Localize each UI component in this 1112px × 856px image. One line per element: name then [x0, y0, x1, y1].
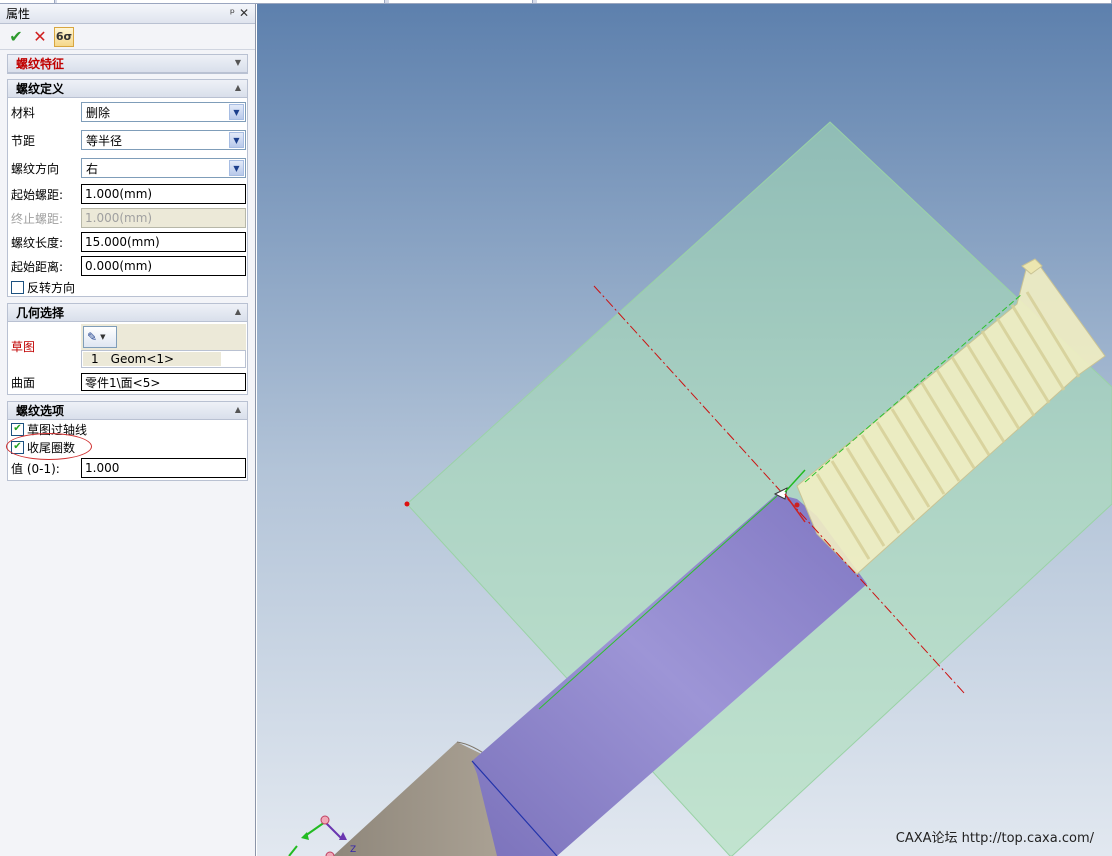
pitch-value: 等半径 — [86, 133, 123, 148]
row-material: 材料 删除 ▼ — [8, 98, 247, 126]
collapse-caret-icon[interactable]: ▲ — [235, 83, 241, 92]
sketch-item-name: Geom<1> — [110, 352, 175, 366]
sketch-selection-list[interactable]: 1 Geom<1> — [81, 350, 246, 368]
section-thread-definition: 螺纹定义 ▲ 材料 删除 ▼ 节距 等半径 ▼ 螺纹方向 右 ▼ 起始螺距: 1… — [7, 79, 248, 297]
panel-toolbar: ✔ ✕ 6σ — [0, 24, 255, 50]
collapse-caret-icon[interactable]: ▲ — [235, 307, 241, 316]
reverse-direction-checkbox[interactable] — [11, 280, 24, 294]
section-header-geometry-selection[interactable]: 几何选择 ▲ — [8, 304, 247, 322]
close-icon[interactable]: ✕ — [239, 6, 249, 20]
row-direction: 螺纹方向 右 ▼ — [8, 154, 247, 182]
surface-label: 曲面 — [11, 375, 36, 390]
start-pitch-label: 起始螺距: — [11, 187, 64, 202]
end-pitch-field: 1.000(mm) — [81, 208, 246, 228]
preview-glasses-icon[interactable]: 6σ — [54, 26, 74, 47]
3d-viewport[interactable]: Z CAXA论坛 http://top.caxa.com/ — [257, 4, 1112, 856]
section-thread-feature: 螺纹特征 ▼ — [7, 54, 248, 74]
watermark-text: CAXA论坛 http://top.caxa.com/ — [895, 831, 1094, 846]
value-field[interactable]: 1.000 — [81, 458, 246, 478]
section-header-thread-feature[interactable]: 螺纹特征 ▼ — [8, 55, 247, 73]
surface-field[interactable]: 零件1\面<5> — [81, 373, 246, 391]
sketch-edit-button[interactable]: ✎ ▼ — [83, 326, 117, 348]
row-start-distance: 起始距离: 0.000(mm) — [8, 254, 247, 278]
direction-select[interactable]: 右 ▼ — [81, 158, 246, 178]
row-end-pitch: 终止螺距: 1.000(mm) — [8, 206, 247, 230]
end-pitch-label: 终止螺距: — [11, 211, 64, 226]
section-title: 几何选择 — [16, 306, 65, 320]
sketch-label: 草图 — [11, 339, 36, 354]
row-length: 螺纹长度: 15.000(mm) — [8, 230, 247, 254]
section-header-thread-definition[interactable]: 螺纹定义 ▲ — [8, 80, 247, 98]
reverse-direction-option[interactable]: 反转方向 — [8, 278, 247, 296]
sketch-through-axis-option[interactable]: ✔ 草图过轴线 — [8, 420, 247, 438]
chevron-down-icon[interactable]: ▼ — [229, 132, 244, 148]
row-surface: 曲面 零件1\面<5> — [8, 370, 247, 394]
section-title: 螺纹特征 — [16, 57, 65, 71]
start-pitch-field[interactable]: 1.000(mm) — [81, 184, 246, 204]
list-item[interactable]: 1 Geom<1> — [83, 352, 221, 366]
panel-title-bar: 属性 ᵖ ✕ — [0, 4, 255, 24]
collapse-caret-icon[interactable]: ▲ — [235, 405, 241, 414]
material-select[interactable]: 删除 ▼ — [81, 102, 246, 122]
reverse-direction-label: 反转方向 — [27, 280, 76, 295]
sketch-item-index: 1 — [91, 352, 99, 366]
sketch-through-axis-checkbox[interactable]: ✔ — [11, 422, 24, 436]
tail-turns-option[interactable]: ✔ 收尾圈数 — [8, 438, 247, 456]
property-panel: 属性 ᵖ ✕ ✔ ✕ 6σ 螺纹特征 ▼ 螺纹定义 ▲ 材料 删除 ▼ 节距 等… — [0, 4, 256, 856]
material-label: 材料 — [11, 105, 36, 120]
sketch-picker: ✎ ▼ — [81, 324, 246, 350]
direction-value: 右 — [86, 161, 99, 176]
panel-title: 属性 — [6, 7, 31, 21]
row-pitch: 节距 等半径 ▼ — [8, 126, 247, 154]
pin-icon[interactable]: ᵖ — [230, 6, 235, 20]
section-title: 螺纹选项 — [16, 404, 65, 418]
row-sketch: 草图 ✎ ▼ 1 Geom<1> — [8, 322, 247, 370]
pitch-label: 节距 — [11, 133, 36, 148]
svg-text:Z: Z — [350, 845, 356, 855]
section-geometry-selection: 几何选择 ▲ 草图 ✎ ▼ 1 Geom<1> 曲面 零件1\面<5> — [7, 303, 248, 395]
row-value: 值 (0-1): 1.000 — [8, 456, 247, 480]
plane-corner-point — [404, 501, 410, 507]
sketch-through-axis-label: 草图过轴线 — [27, 422, 88, 437]
section-thread-options: 螺纹选项 ▲ ✔ 草图过轴线 ✔ 收尾圈数 值 (0-1): 1.000 — [7, 401, 248, 481]
chevron-down-icon: ▼ — [100, 333, 106, 341]
viewport-canvas[interactable]: Z — [257, 4, 1112, 856]
pitch-select[interactable]: 等半径 ▼ — [81, 130, 246, 150]
sketch-edit-icon: ✎ — [87, 330, 98, 344]
cross-icon[interactable]: ✕ — [30, 27, 50, 47]
length-label: 螺纹长度: — [11, 235, 64, 250]
row-start-pitch: 起始螺距: 1.000(mm) — [8, 182, 247, 206]
start-distance-field[interactable]: 0.000(mm) — [81, 256, 246, 276]
value-label: 值 (0-1): — [11, 461, 60, 476]
direction-label: 螺纹方向 — [11, 161, 60, 176]
tail-turns-label: 收尾圈数 — [27, 440, 76, 455]
section-title: 螺纹定义 — [16, 82, 65, 96]
check-icon[interactable]: ✔ — [6, 27, 26, 47]
tail-turns-checkbox[interactable]: ✔ — [11, 440, 24, 454]
material-value: 删除 — [86, 105, 111, 120]
start-distance-label: 起始距离: — [11, 259, 64, 274]
chevron-down-icon[interactable]: ▼ — [229, 104, 244, 120]
section-header-thread-options[interactable]: 螺纹选项 ▲ — [8, 402, 247, 420]
length-field[interactable]: 15.000(mm) — [81, 232, 246, 252]
collapse-caret-icon[interactable]: ▼ — [235, 58, 241, 67]
chevron-down-icon[interactable]: ▼ — [229, 160, 244, 176]
